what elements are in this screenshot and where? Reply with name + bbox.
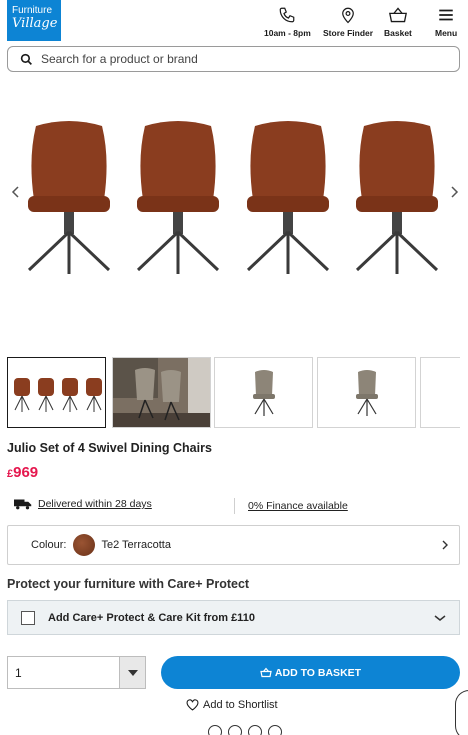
side-feedback-tab[interactable] bbox=[455, 690, 468, 735]
product-image-gallery[interactable] bbox=[0, 88, 468, 338]
thumbnail-3[interactable] bbox=[214, 357, 313, 428]
delivery-info[interactable]: Delivered within 28 days bbox=[14, 498, 152, 510]
chevron-right-icon bbox=[442, 540, 448, 550]
chair-image-3 bbox=[246, 121, 330, 274]
finance-link[interactable]: 0% Finance available bbox=[248, 500, 348, 512]
colour-swatch bbox=[73, 534, 96, 556]
logo-line-2: Village bbox=[12, 16, 58, 31]
delivery-link[interactable]: Delivered within 28 days bbox=[38, 498, 152, 510]
store-finder-link[interactable]: Store Finder bbox=[323, 6, 373, 38]
menu-button[interactable]: Menu bbox=[435, 6, 457, 38]
basket-icon bbox=[260, 667, 272, 678]
share-icons bbox=[208, 725, 288, 735]
chair-image-1 bbox=[27, 121, 111, 274]
basket-icon bbox=[388, 7, 407, 23]
shortlist-label: Add to Shortlist bbox=[203, 699, 278, 711]
search-bar[interactable] bbox=[7, 46, 460, 72]
furniture-village-logo[interactable]: Furniture Village bbox=[7, 0, 61, 41]
store-finder-label: Store Finder bbox=[323, 28, 374, 38]
phone-icon bbox=[280, 7, 295, 23]
opening-hours-link[interactable]: 10am - 8pm bbox=[264, 6, 311, 38]
share-icon-3[interactable] bbox=[248, 725, 262, 735]
search-icon bbox=[20, 53, 32, 65]
product-price: £969 bbox=[7, 464, 38, 481]
chevron-right-icon[interactable] bbox=[446, 184, 462, 200]
delivery-truck-icon bbox=[14, 499, 32, 510]
site-header: Furniture Village 10am - 8pm Store Finde… bbox=[0, 0, 468, 44]
product-title: Julio Set of 4 Swivel Dining Chairs bbox=[7, 441, 212, 455]
menu-label: Menu bbox=[435, 28, 458, 38]
info-divider bbox=[234, 498, 235, 514]
basket-label: Basket bbox=[384, 28, 412, 38]
location-pin-icon bbox=[342, 7, 354, 24]
heart-icon bbox=[186, 699, 199, 711]
colour-selector[interactable]: Colour: Te2 Terracotta bbox=[7, 525, 460, 565]
quantity-value: 1 bbox=[15, 665, 22, 680]
chevron-down-icon[interactable] bbox=[433, 614, 447, 622]
add-to-basket-button[interactable]: ADD TO BASKET bbox=[161, 656, 460, 689]
price-value: 969 bbox=[13, 464, 39, 481]
thumbnail-4[interactable] bbox=[317, 357, 416, 428]
hamburger-menu-icon bbox=[439, 9, 453, 21]
basket-link[interactable]: Basket bbox=[384, 6, 412, 38]
thumbnail-strip bbox=[7, 357, 460, 428]
add-to-basket-label: ADD TO BASKET bbox=[274, 666, 362, 679]
caret-down-icon bbox=[127, 669, 138, 676]
chevron-left-icon[interactable] bbox=[8, 184, 24, 200]
share-icon-2[interactable] bbox=[228, 725, 242, 735]
thumbnail-5[interactable] bbox=[420, 357, 460, 428]
colour-value: Te2 Terracotta bbox=[101, 539, 171, 551]
care-protect-checkbox[interactable] bbox=[21, 610, 35, 625]
thumbnail-1[interactable] bbox=[7, 357, 106, 428]
add-to-shortlist-link[interactable]: Add to Shortlist bbox=[186, 699, 278, 711]
quantity-dropdown-button[interactable] bbox=[119, 657, 145, 688]
care-protect-label: Add Care+ Protect & Care Kit from £110 bbox=[48, 611, 255, 624]
colour-label: Colour: bbox=[31, 539, 67, 551]
share-icon-4[interactable] bbox=[268, 725, 282, 735]
share-icon-1[interactable] bbox=[208, 725, 222, 735]
search-input[interactable] bbox=[41, 52, 441, 66]
chair-image-2 bbox=[136, 121, 220, 274]
quantity-select[interactable]: 1 bbox=[7, 656, 146, 689]
logo-line-1: Furniture bbox=[12, 5, 53, 16]
hours-label: 10am - 8pm bbox=[264, 28, 311, 38]
care-protect-option[interactable]: Add Care+ Protect & Care Kit from £110 bbox=[7, 600, 460, 635]
thumbnail-2[interactable] bbox=[112, 357, 211, 428]
chair-image-4 bbox=[355, 121, 439, 274]
care-protect-heading: Protect your furniture with Care+ Protec… bbox=[7, 577, 250, 591]
